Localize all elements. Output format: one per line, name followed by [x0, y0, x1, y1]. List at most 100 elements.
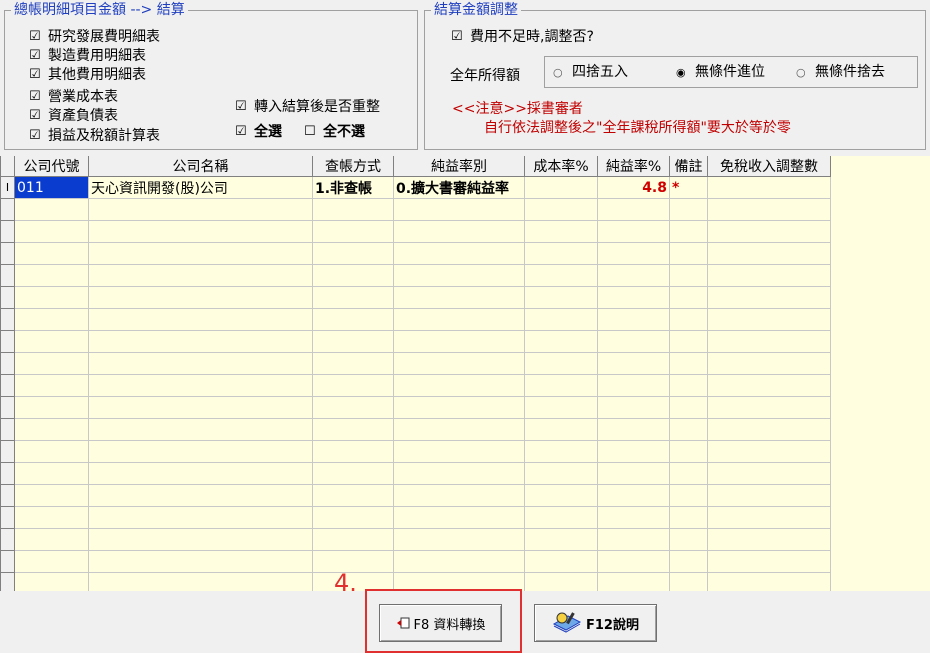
grid-cell[interactable] — [14, 506, 89, 529]
grid-cell[interactable] — [669, 484, 708, 507]
table-row-empty[interactable] — [0, 198, 831, 221]
grid-cell[interactable] — [88, 550, 313, 573]
grid-cell[interactable] — [524, 484, 598, 507]
grid-cell[interactable] — [312, 242, 394, 265]
table-row-empty[interactable] — [0, 418, 831, 441]
grid-cell[interactable] — [669, 572, 708, 591]
checkbox-checked-icon[interactable] — [235, 98, 247, 116]
grid-cell[interactable] — [707, 572, 831, 591]
grid-cell[interactable] — [14, 440, 89, 463]
grid-cell[interactable] — [393, 308, 525, 331]
grid-cell[interactable] — [597, 484, 670, 507]
row-indicator[interactable] — [0, 264, 15, 287]
col-header-name[interactable]: 公司名稱 — [88, 156, 313, 177]
grid-cell[interactable] — [707, 396, 831, 419]
grid-cell[interactable] — [669, 374, 708, 397]
grid-cell[interactable] — [393, 462, 525, 485]
grid-cell[interactable] — [88, 484, 313, 507]
chk-select-none[interactable]: 全不選 — [304, 123, 365, 141]
cell-company-code[interactable]: 011 — [14, 176, 89, 199]
row-indicator[interactable] — [0, 462, 15, 485]
checkbox-checked-icon[interactable] — [29, 107, 41, 125]
grid-cell[interactable] — [312, 220, 394, 243]
grid-cell[interactable] — [88, 198, 313, 221]
grid-cell[interactable] — [88, 418, 313, 441]
row-indicator[interactable] — [0, 374, 15, 397]
row-indicator[interactable] — [0, 286, 15, 309]
cell-audit-method[interactable]: 1.非查帳 — [312, 176, 394, 199]
table-row-empty[interactable] — [0, 374, 831, 397]
grid-cell[interactable] — [669, 440, 708, 463]
grid-cell[interactable] — [14, 286, 89, 309]
row-indicator[interactable] — [0, 418, 15, 441]
grid-cell[interactable] — [88, 264, 313, 287]
grid-cell[interactable] — [312, 308, 394, 331]
grid-cell[interactable] — [669, 286, 708, 309]
row-indicator[interactable] — [0, 396, 15, 419]
grid-cell[interactable] — [597, 220, 670, 243]
grid-cell[interactable] — [393, 352, 525, 375]
table-row-empty[interactable] — [0, 550, 831, 573]
grid-cell[interactable] — [88, 220, 313, 243]
grid-cell[interactable] — [669, 528, 708, 551]
grid-cell[interactable] — [669, 462, 708, 485]
chk-operating-cost[interactable]: 營業成本表 — [29, 88, 118, 106]
grid-cell[interactable] — [597, 572, 670, 591]
grid-cell[interactable] — [707, 440, 831, 463]
row-indicator[interactable] — [0, 528, 15, 551]
grid-cell[interactable] — [707, 264, 831, 287]
grid-cell[interactable] — [597, 506, 670, 529]
grid-cell[interactable] — [524, 352, 598, 375]
col-header-cost-rate[interactable]: 成本率% — [524, 156, 598, 177]
grid-cell[interactable] — [524, 308, 598, 331]
chk-balance-sheet[interactable]: 資產負債表 — [29, 107, 118, 125]
grid-cell[interactable] — [597, 330, 670, 353]
checkbox-checked-icon[interactable] — [29, 127, 41, 145]
grid-cell[interactable] — [312, 484, 394, 507]
grid-cell[interactable] — [597, 462, 670, 485]
col-header-code[interactable]: 公司代號 — [14, 156, 89, 177]
grid-cell[interactable] — [393, 528, 525, 551]
grid-cell[interactable] — [524, 506, 598, 529]
grid-cell[interactable] — [707, 550, 831, 573]
grid-cell[interactable] — [707, 484, 831, 507]
checkbox-checked-icon[interactable] — [29, 88, 41, 106]
grid-cell[interactable] — [312, 418, 394, 441]
grid-cell[interactable] — [14, 330, 89, 353]
radio-round-up[interactable]: 無條件進位 — [676, 63, 765, 82]
grid-cell[interactable] — [14, 352, 89, 375]
grid-cell[interactable] — [524, 286, 598, 309]
grid-cell[interactable] — [597, 440, 670, 463]
chk-adjust-shortfall[interactable]: 費用不足時,調整否? — [451, 28, 594, 46]
grid-cell[interactable] — [14, 374, 89, 397]
grid-cell[interactable] — [312, 374, 394, 397]
grid-cell[interactable] — [88, 330, 313, 353]
grid-cell[interactable] — [597, 286, 670, 309]
col-header-note[interactable]: 備註 — [669, 156, 708, 177]
grid-cell[interactable] — [597, 308, 670, 331]
grid-cell[interactable] — [707, 506, 831, 529]
grid-cell[interactable] — [707, 198, 831, 221]
grid-cell[interactable] — [88, 242, 313, 265]
grid-cell[interactable] — [597, 396, 670, 419]
grid-cell[interactable] — [597, 550, 670, 573]
grid-cell[interactable] — [707, 374, 831, 397]
grid-cell[interactable] — [14, 528, 89, 551]
grid-cell[interactable] — [393, 330, 525, 353]
grid-cell[interactable] — [14, 396, 89, 419]
grid-cell[interactable] — [524, 330, 598, 353]
table-row-empty[interactable] — [0, 352, 831, 375]
table-row-empty[interactable] — [0, 506, 831, 529]
table-row-empty[interactable] — [0, 220, 831, 243]
row-indicator[interactable] — [0, 440, 15, 463]
table-row-empty[interactable] — [0, 528, 831, 551]
table-row-empty[interactable] — [0, 264, 831, 287]
row-indicator[interactable] — [0, 308, 15, 331]
grid-cell[interactable] — [88, 396, 313, 419]
grid-cell[interactable] — [393, 286, 525, 309]
checkbox-unchecked-icon[interactable] — [304, 123, 316, 141]
grid-cell[interactable] — [393, 374, 525, 397]
grid-cell[interactable] — [669, 352, 708, 375]
checkbox-checked-icon[interactable] — [451, 28, 463, 46]
help-button[interactable]: F12說明 — [534, 604, 657, 642]
